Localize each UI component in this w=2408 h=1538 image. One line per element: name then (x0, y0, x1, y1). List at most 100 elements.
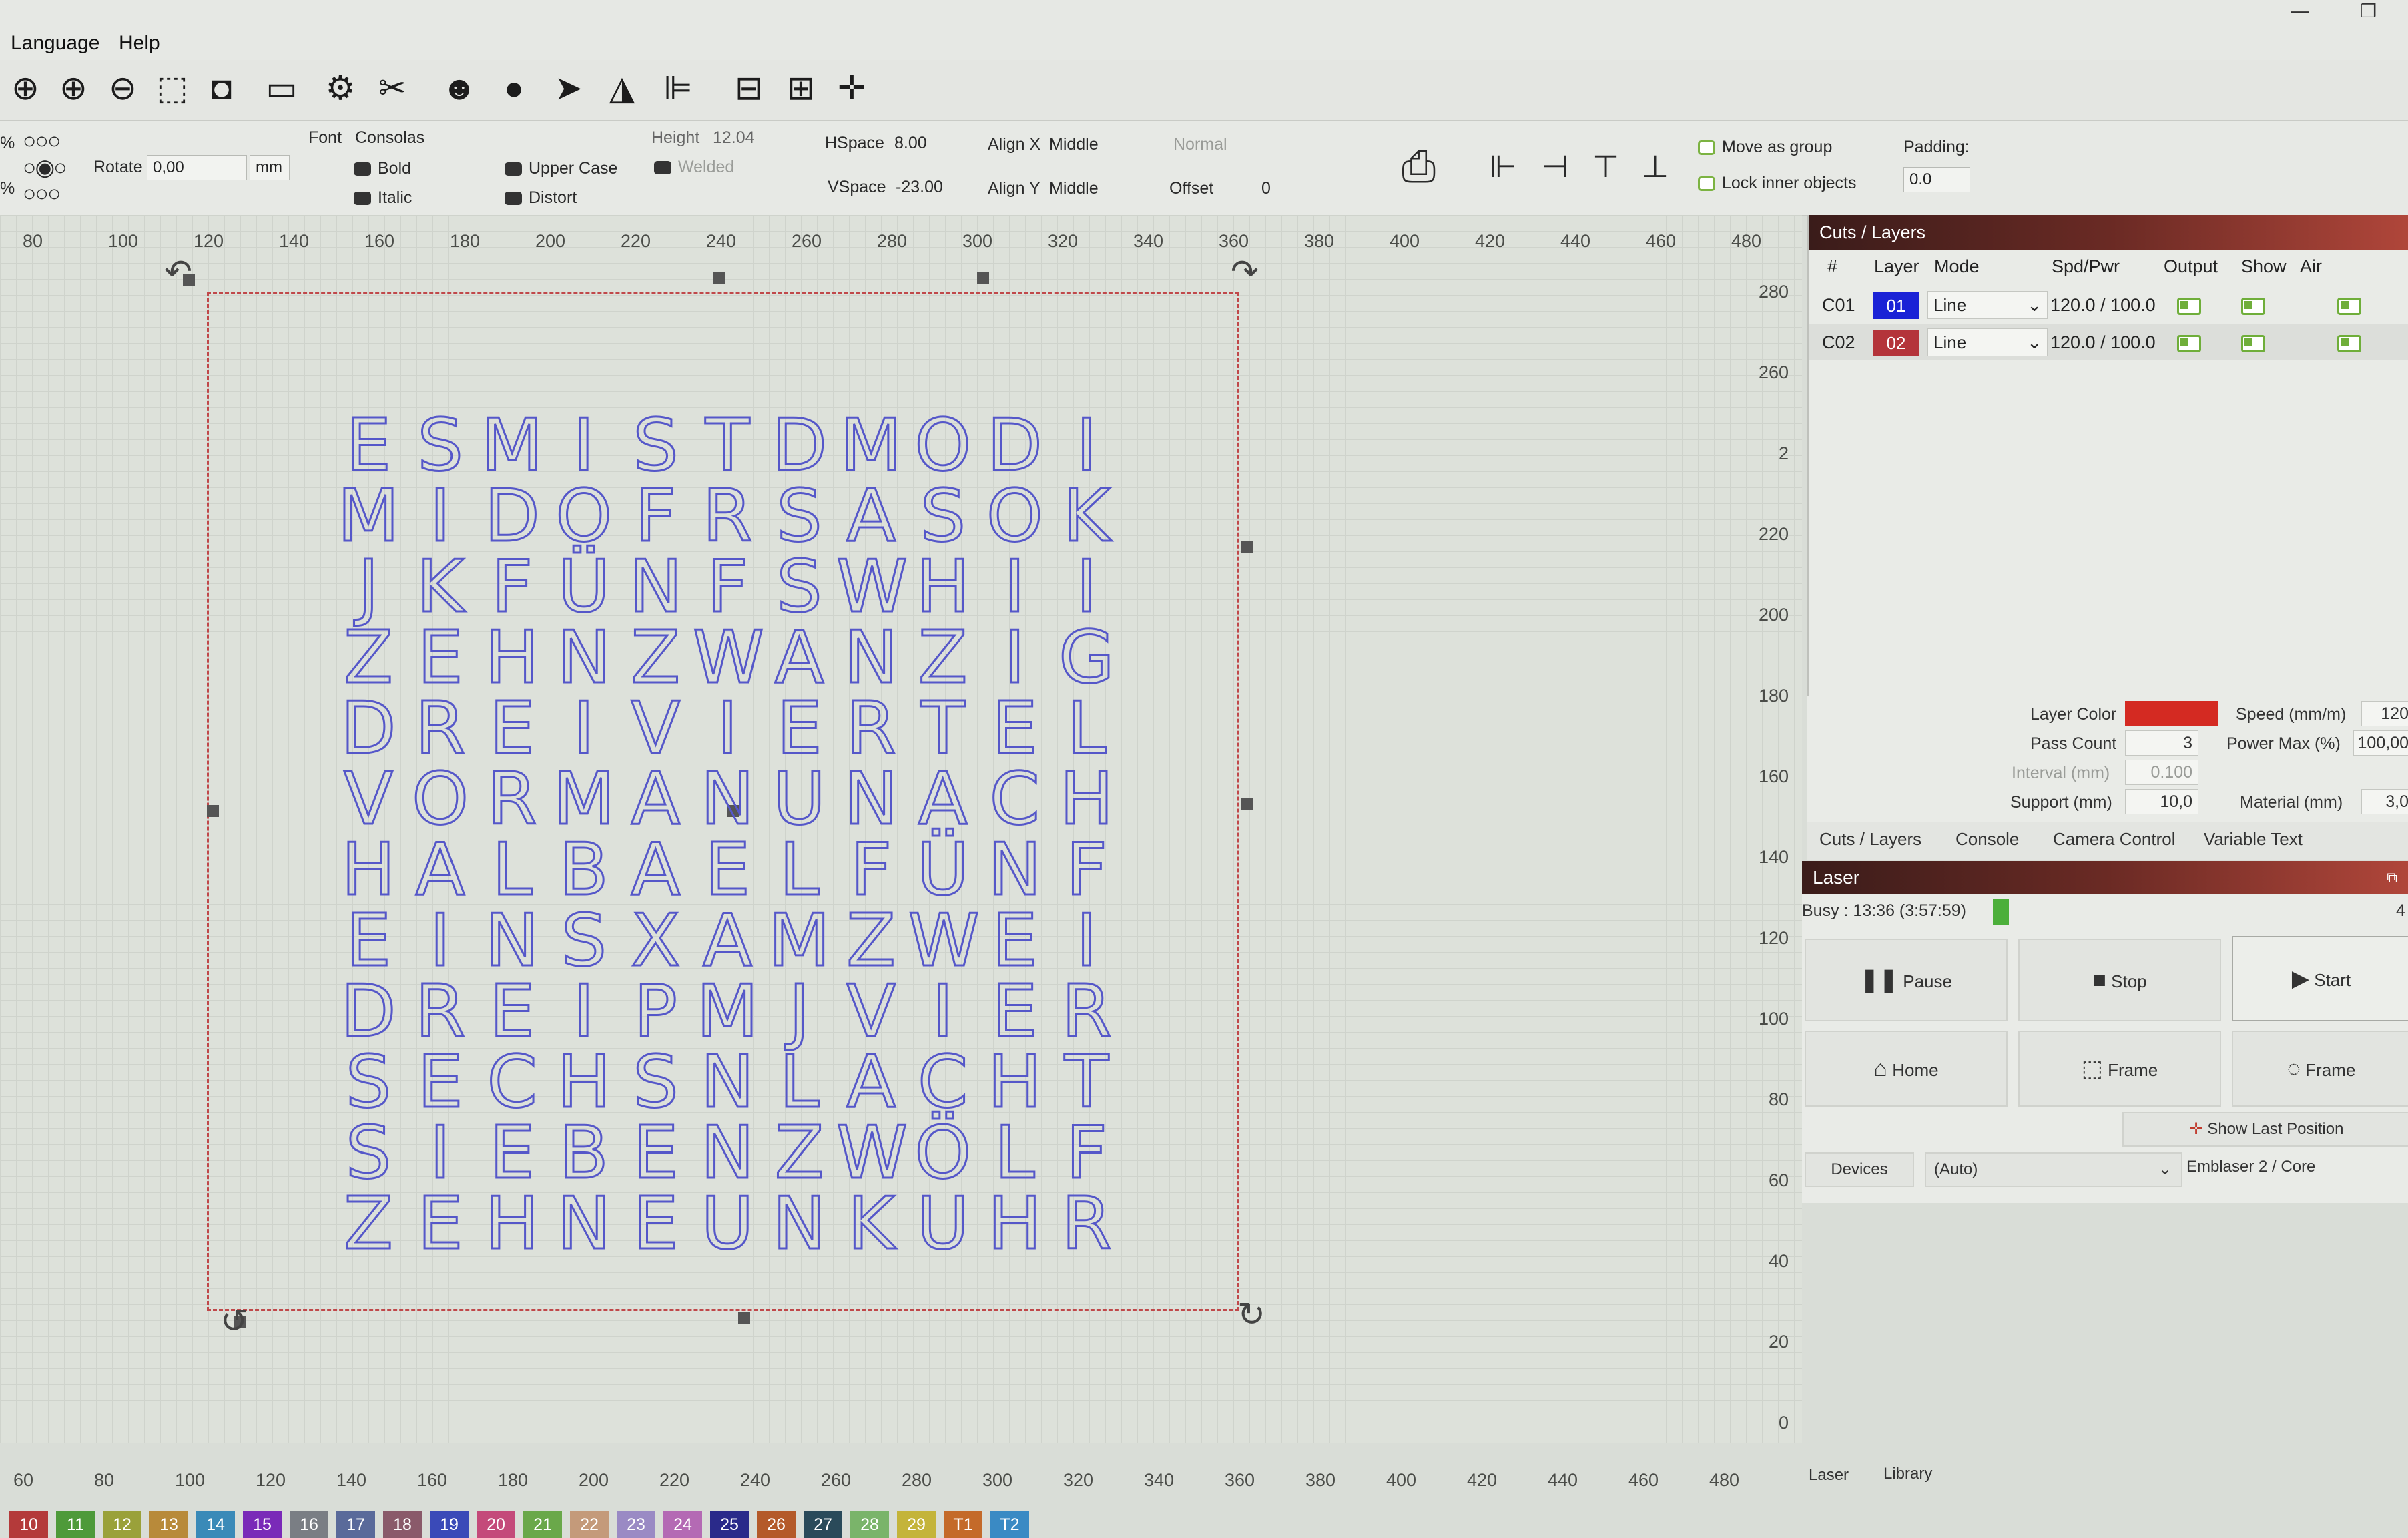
users-icon[interactable]: ☻ (438, 67, 481, 109)
palette-swatch[interactable]: 21 (523, 1511, 562, 1538)
menu-help[interactable]: Help (119, 32, 160, 55)
port-select[interactable]: (Auto) ⌄ (1925, 1152, 2182, 1187)
unit-button[interactable]: mm (250, 155, 290, 180)
palette-swatch[interactable]: 28 (850, 1511, 889, 1538)
output-toggle[interactable] (2177, 298, 2201, 315)
layer-row[interactable]: C01 01 Line ⌄ 120.0 / 100.0 (1809, 287, 2408, 323)
tab-cuts-layers[interactable]: Cuts / Layers (1819, 829, 1921, 850)
palette-swatch[interactable]: 16 (290, 1511, 328, 1538)
pass-count-input[interactable]: 3 (2125, 730, 2198, 756)
align-top-edge-icon[interactable]: ⊤ (1592, 148, 1619, 184)
monitor-icon[interactable]: ▭ (260, 67, 303, 109)
zoom-fit-icon[interactable]: ⊕ (4, 67, 47, 109)
rotate-handle-icon[interactable]: ↷ (1231, 252, 1259, 291)
restore-icon[interactable]: ❐ (2360, 0, 2377, 22)
menu-language[interactable]: Language (11, 32, 99, 55)
rotate-input[interactable]: 0,00 (147, 155, 247, 180)
palette-swatch[interactable]: 14 (196, 1511, 235, 1538)
resize-handle[interactable] (1241, 798, 1253, 810)
tools-icon[interactable]: ✂ (371, 67, 414, 109)
show-last-position-button[interactable]: ✛ Show Last Position (2122, 1112, 2408, 1147)
show-toggle[interactable] (2241, 335, 2265, 352)
palette-swatch[interactable]: 12 (103, 1511, 141, 1538)
printer-icon[interactable]: ⎙ (1402, 142, 1436, 192)
frame-circle-button[interactable]: ◌ Frame (2232, 1031, 2408, 1107)
palette-swatch[interactable]: 11 (56, 1511, 95, 1538)
center-icon[interactable]: ✛ (830, 67, 873, 109)
resize-handle[interactable] (713, 272, 725, 284)
air-toggle[interactable] (2337, 298, 2361, 315)
tab-library[interactable]: Library (1883, 1465, 1932, 1483)
distribute-v-icon[interactable]: ⊞ (780, 67, 822, 109)
palette-swatch[interactable]: 10 (9, 1511, 48, 1538)
layer-badge[interactable]: 02 (1873, 330, 1919, 356)
palette-swatch[interactable]: 13 (149, 1511, 188, 1538)
distort-checkbox[interactable]: Distort (505, 188, 577, 208)
rotate-handle-icon[interactable]: ↻ (1237, 1295, 1265, 1334)
height-input[interactable]: 12.04 (713, 128, 755, 148)
lock-inner-checkbox[interactable]: Lock inner objects (1698, 174, 1857, 193)
alignx-select[interactable]: Middle (1049, 135, 1099, 154)
air-toggle[interactable] (2337, 335, 2361, 352)
device-select[interactable]: Emblaser 2 / Core (2186, 1158, 2315, 1176)
align-bottom-edge-icon[interactable]: ⊥ (1642, 148, 1669, 184)
power-max-input[interactable]: 100,00 (2353, 730, 2408, 756)
aligny-select[interactable]: Middle (1049, 179, 1099, 198)
hspace-input[interactable]: 8.00 (894, 134, 927, 153)
font-select[interactable]: Consolas (355, 128, 424, 148)
start-button[interactable]: ▶ Start (2232, 936, 2408, 1021)
bold-checkbox[interactable]: Bold (354, 159, 411, 178)
resize-handle[interactable] (1241, 541, 1253, 553)
rotate-handle-icon[interactable]: ↺ (220, 1302, 248, 1340)
undock-icon[interactable]: ⧉ (2387, 861, 2397, 894)
padding-input[interactable]: 0.0 (1903, 167, 1970, 192)
settings-icon[interactable]: ⚙ (319, 67, 362, 109)
home-button[interactable]: ⌂ Home (1805, 1031, 2008, 1107)
material-input[interactable]: 3,0 (2361, 789, 2408, 814)
layer-badge[interactable]: 01 (1873, 292, 1919, 319)
user-icon[interactable]: ● (493, 67, 535, 109)
vspace-input[interactable]: -23.00 (896, 178, 943, 197)
palette-swatch[interactable]: T2 (990, 1511, 1029, 1538)
select-rect-icon[interactable]: ⬚ (151, 67, 194, 109)
welded-checkbox[interactable]: Welded (654, 158, 734, 177)
support-input[interactable]: 10,0 (2125, 789, 2198, 814)
resize-handle[interactable] (977, 272, 989, 284)
pause-button[interactable]: ❚❚ Pause (1805, 939, 2008, 1021)
offset-input[interactable]: 0 (1261, 179, 1271, 198)
interval-input[interactable]: 0.100 (2125, 760, 2198, 785)
send-icon[interactable]: ➤ (547, 67, 590, 109)
text-mode-select[interactable]: Normal (1173, 135, 1227, 154)
resize-handle[interactable] (738, 1312, 750, 1324)
distribute-h-icon[interactable]: ⊟ (727, 67, 770, 109)
palette-swatch[interactable]: 22 (570, 1511, 609, 1538)
palette-swatch[interactable]: T1 (944, 1511, 982, 1538)
align-left-icon[interactable]: ⊫ (657, 67, 699, 109)
palette-swatch[interactable]: 19 (430, 1511, 469, 1538)
frame-rect-button[interactable]: ⬚ Frame (2018, 1031, 2221, 1107)
speed-input[interactable]: 120 (2361, 701, 2408, 726)
anchor-grid-icon[interactable]: ○○○ ○◉○ ○○○ (23, 128, 67, 207)
camera-icon[interactable]: ◘ (200, 67, 243, 109)
tab-laser[interactable]: Laser (1809, 1466, 1849, 1485)
tab-console[interactable]: Console (1955, 829, 2019, 850)
minimize-icon[interactable]: — (2291, 0, 2309, 21)
layer-row[interactable]: C02 02 Line ⌄ 120.0 / 100.0 (1809, 324, 2408, 360)
palette-swatch[interactable]: 15 (243, 1511, 282, 1538)
uppercase-checkbox[interactable]: Upper Case (505, 159, 617, 178)
show-toggle[interactable] (2241, 298, 2265, 315)
zoom-out-icon[interactable]: ⊖ (101, 67, 144, 109)
align-left-edge-icon[interactable]: ⊩ (1490, 148, 1516, 184)
palette-swatch[interactable]: 24 (663, 1511, 702, 1538)
palette-swatch[interactable]: 17 (336, 1511, 375, 1538)
tab-camera-control[interactable]: Camera Control (2053, 829, 2176, 850)
tab-variable-text[interactable]: Variable Text (2204, 829, 2303, 850)
palette-swatch[interactable]: 26 (757, 1511, 796, 1538)
mode-select[interactable]: Line ⌄ (1927, 328, 2048, 356)
layer-color-swatch[interactable] (2125, 701, 2218, 726)
align-right-edge-icon[interactable]: ⊣ (1542, 148, 1568, 184)
resize-handle[interactable] (207, 805, 219, 817)
italic-checkbox[interactable]: Italic (354, 188, 412, 208)
rotate-handle-icon[interactable]: ↶ (164, 252, 192, 291)
mode-select[interactable]: Line ⌄ (1927, 291, 2048, 319)
